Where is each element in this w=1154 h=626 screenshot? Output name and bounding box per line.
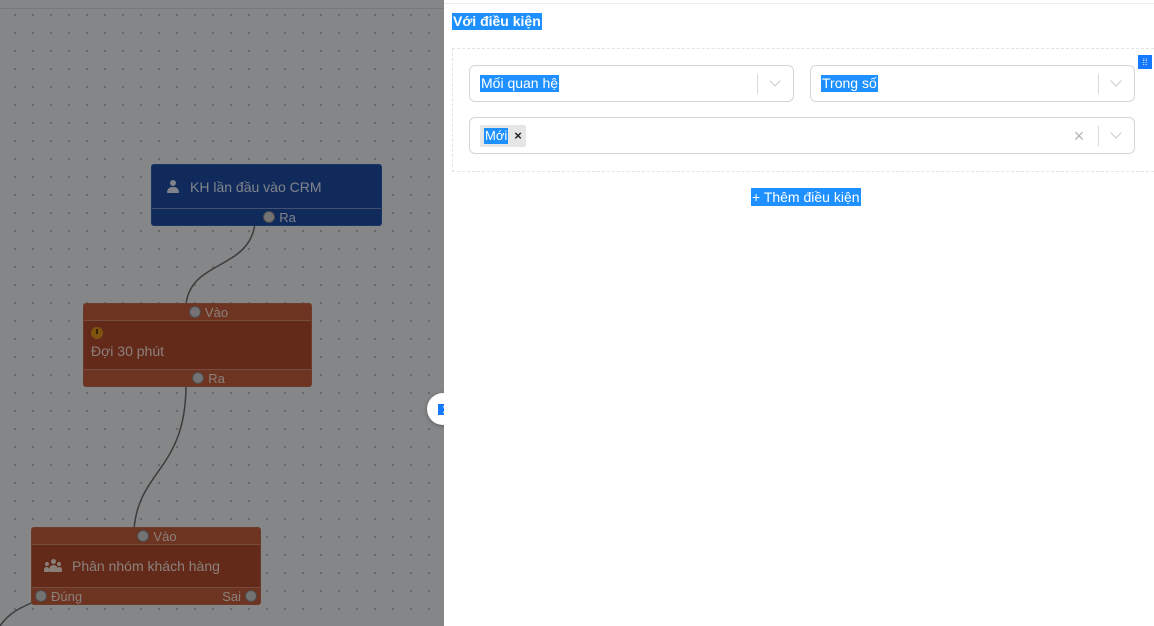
select-divider [1098,74,1099,94]
relation-select-value: Mối quan hệ [480,75,560,92]
select-divider [757,74,758,94]
remove-tag-icon[interactable]: × [514,128,522,143]
tag-label: Mới [484,127,509,144]
select-divider [1098,126,1099,146]
weight-select-value: Trong số [821,75,878,92]
panel-top-border [444,3,1154,4]
clear-icon[interactable]: × [1071,127,1087,145]
section-title: Với điều kiện [452,13,542,30]
values-multiselect[interactable]: Mới × × [469,117,1135,154]
chevron-down-icon[interactable] [1109,76,1123,90]
weight-select[interactable]: Trong số [810,65,1135,102]
chevron-down-icon[interactable] [768,76,782,90]
relation-select[interactable]: Mối quan hệ [469,65,794,102]
condition-panel: Với điều kiện ⁞⁞ Mối quan hệ Trong số Mớ… [444,0,1154,626]
chevron-down-icon[interactable] [1109,128,1123,142]
drag-handle-icon[interactable]: ⁞⁞ [1138,55,1152,69]
modal-dim-overlay[interactable] [0,0,444,626]
workflow-canvas[interactable]: KH lần đầu vào CRM Ra Vào Đợi 30 phút Ra… [0,0,444,626]
selected-tag: Mới × [480,124,526,147]
add-condition-button[interactable]: + Thêm điều kiện [751,188,861,206]
